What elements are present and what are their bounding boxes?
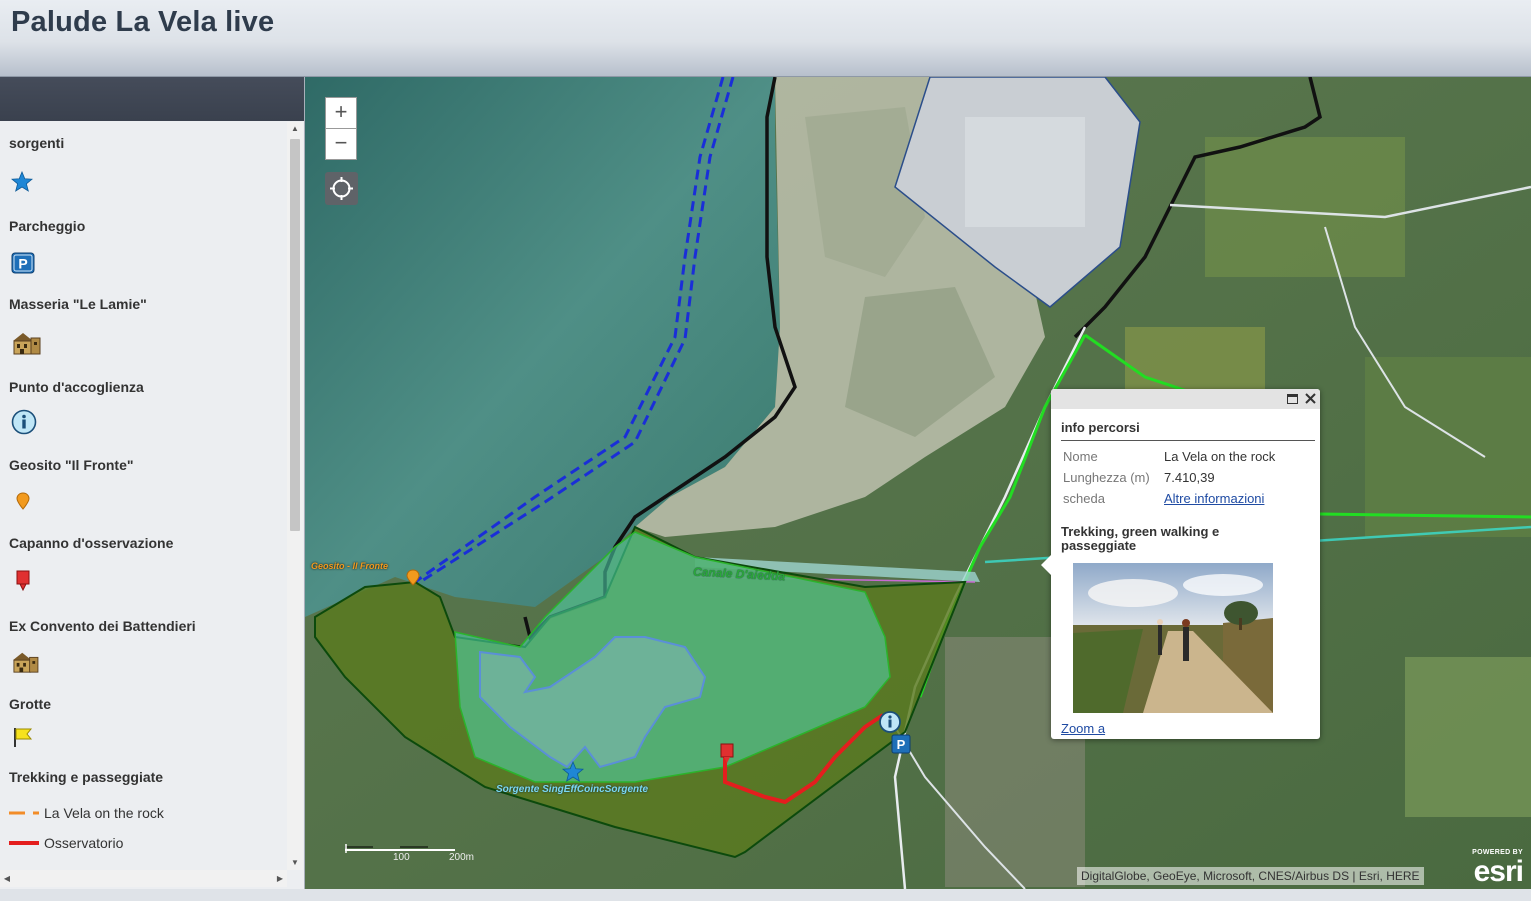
field-key: Lunghezza (m) [1063, 470, 1150, 485]
close-icon[interactable] [1305, 393, 1316, 404]
popup-titlebar [1051, 389, 1320, 409]
table-row: Lunghezza (m) 7.410,39 [1060, 468, 1278, 489]
popup-divider [1061, 440, 1315, 441]
legend-title-sorgenti: sorgenti [9, 135, 65, 151]
scroll-up-arrow-icon[interactable]: ▲ [287, 122, 303, 136]
map-view[interactable]: P Geosito - Il Fronte Canale D'aiedda So… [305, 77, 1531, 889]
satellite-basemap: P [305, 77, 1531, 889]
zoom-in-button[interactable]: + [325, 97, 357, 129]
crosshair-icon [330, 177, 353, 200]
field-key: Nome [1063, 449, 1098, 464]
svg-text:P: P [897, 737, 906, 752]
map-attribution: DigitalGlobe, GeoEye, Microsoft, CNES/Ai… [1077, 867, 1424, 885]
legend-title-geosito: Geosito "Il Fronte" [9, 457, 134, 473]
field-key: scheda [1063, 491, 1105, 506]
legend-trail-label: La Vela on the rock [44, 805, 164, 821]
scroll-left-arrow-icon[interactable]: ◀ [0, 870, 14, 887]
legend-title-accoglienza: Punto d'accoglienza [9, 379, 144, 395]
legend-list: sorgenti Parcheggio P Masseria "Le Lamie… [0, 122, 287, 870]
locate-button[interactable] [325, 172, 358, 205]
zoom-to-link[interactable]: Zoom a [1061, 721, 1105, 736]
legend-title-masseria: Masseria "Le Lamie" [9, 296, 147, 312]
field-value: La Vela on the rock [1164, 449, 1276, 464]
popup-description: Trekking, green walking e passeggiate [1061, 524, 1220, 553]
building-icon [13, 333, 41, 355]
info-popup: info percorsi Nome La Vela on the rock L… [1041, 389, 1320, 739]
scale-label-mid: 100 [393, 852, 410, 863]
yellow-flag-icon [14, 728, 33, 747]
legend-title-capanno: Capanno d'osservazione [9, 535, 174, 551]
red-line-swatch [9, 841, 39, 845]
table-row: scheda Altre informazioni [1060, 489, 1278, 510]
esri-logo-text: esri [1473, 855, 1524, 888]
scroll-down-arrow-icon[interactable]: ▼ [287, 856, 303, 870]
legend-horizontal-scrollbar[interactable]: ◀ ▶ [0, 870, 287, 887]
esri-logo[interactable]: POWERED BY esri [1465, 849, 1525, 888]
svg-text:P: P [18, 256, 27, 272]
scale-label-end: 200m [449, 852, 475, 863]
map-label-sorgente: Sorgente SingEffCoincSorgente [496, 784, 649, 795]
legend-title-parcheggio: Parcheggio [9, 218, 86, 234]
map-label-geosito: Geosito - Il Fronte [311, 561, 389, 571]
star-icon [11, 171, 33, 192]
popup-attributes-table: Nome La Vela on the rock Lunghezza (m) 7… [1060, 447, 1278, 510]
maximize-icon[interactable] [1287, 394, 1298, 404]
building-icon [13, 652, 39, 673]
legend-title-convento: Ex Convento dei Battendieri [9, 618, 196, 634]
scrollbar-thumb[interactable] [290, 139, 300, 531]
legend-panel: sorgenti Parcheggio P Masseria "Le Lamie… [0, 77, 305, 889]
table-row: Nome La Vela on the rock [1060, 447, 1278, 468]
popup-pointer [1041, 555, 1051, 575]
popup-title: info percorsi [1061, 420, 1140, 435]
app-header: Palude La Vela live [0, 0, 1531, 77]
trail-photo [1073, 563, 1273, 713]
scroll-right-arrow-icon[interactable]: ▶ [273, 870, 287, 887]
zoom-out-button[interactable]: − [325, 128, 357, 160]
bottom-bar [0, 889, 1531, 901]
field-value: 7.410,39 [1164, 470, 1215, 485]
parking-icon: P [11, 252, 35, 274]
legend-title-trekking: Trekking e passeggiate [9, 769, 164, 785]
more-info-link[interactable]: Altre informazioni [1164, 491, 1264, 506]
legend-title-grotte: Grotte [9, 696, 51, 712]
orange-marker-icon [16, 492, 30, 510]
legend-vertical-scrollbar[interactable]: ▲ ▼ [287, 122, 303, 870]
orange-dashed-line-swatch [9, 811, 39, 815]
info-icon [11, 409, 37, 435]
legend-panel-header [0, 77, 304, 121]
page-title: Palude La Vela live [11, 6, 275, 38]
red-marker-icon [16, 570, 30, 592]
legend-trail-label: Osservatorio [44, 835, 124, 851]
